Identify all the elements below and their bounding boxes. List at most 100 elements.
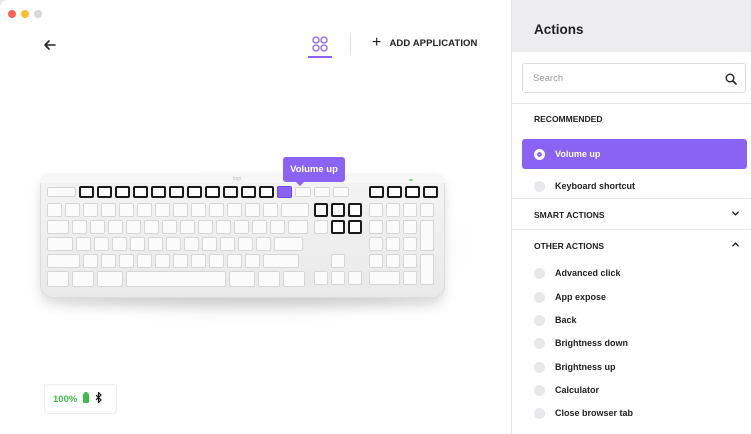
key-numpad[interactable]: [420, 220, 434, 251]
keyboard-key[interactable]: [263, 203, 278, 217]
keyboard-key[interactable]: [47, 254, 80, 268]
keyboard-key[interactable]: [245, 254, 260, 268]
keyboard-key[interactable]: [252, 220, 267, 234]
keyboard-key[interactable]: [76, 237, 91, 251]
keyboard-key[interactable]: [184, 237, 199, 251]
key-arrow[interactable]: [314, 271, 328, 285]
keyboard-key[interactable]: [148, 237, 163, 251]
keyboard-key[interactable]: [281, 203, 309, 217]
section-smart-actions[interactable]: SMART ACTIONS: [512, 199, 751, 230]
key-numpad[interactable]: [420, 203, 434, 217]
keyboard-key[interactable]: [274, 237, 303, 251]
all-applications-icon[interactable]: [309, 33, 331, 55]
keyboard-key[interactable]: [202, 237, 217, 251]
key-numpad[interactable]: [403, 254, 417, 268]
keyboard-key[interactable]: [101, 254, 116, 268]
search-input[interactable]: [523, 64, 713, 92]
keyboard-key[interactable]: [173, 203, 188, 217]
key-modifier[interactable]: [229, 271, 255, 287]
keyboard-key[interactable]: [47, 220, 69, 234]
action-item-keyboard-shortcut[interactable]: Keyboard shortcut: [522, 171, 747, 201]
keyboard-key[interactable]: [191, 203, 206, 217]
key-numpad[interactable]: [386, 220, 400, 234]
key-media[interactable]: [387, 186, 402, 198]
key-esc[interactable]: [47, 187, 76, 197]
keyboard-key[interactable]: [119, 203, 134, 217]
key-modifier[interactable]: [283, 271, 305, 287]
keyboard-key[interactable]: [238, 237, 253, 251]
key-media[interactable]: [423, 186, 438, 198]
keyboard-key[interactable]: [119, 254, 134, 268]
key-numpad[interactable]: [369, 271, 400, 285]
action-item-volume-up[interactable]: Volume up: [522, 139, 747, 169]
key-numpad[interactable]: [403, 220, 417, 234]
keyboard-key[interactable]: [137, 203, 152, 217]
key-numpad[interactable]: [386, 203, 400, 217]
keyboard-key[interactable]: [155, 203, 170, 217]
keyboard-key[interactable]: [90, 220, 105, 234]
key-spacebar[interactable]: [126, 271, 226, 287]
keyboard-key[interactable]: [101, 203, 116, 217]
search-icon[interactable]: [725, 72, 737, 85]
key-function[interactable]: [115, 186, 130, 198]
keyboard-key[interactable]: [227, 203, 242, 217]
key-function[interactable]: [295, 187, 311, 197]
action-item-close-browser-tab[interactable]: Close browser tab: [522, 398, 747, 428]
minimize-window-button[interactable]: [21, 10, 29, 18]
key-numpad[interactable]: [403, 237, 417, 251]
keyboard-key[interactable]: [155, 254, 170, 268]
keyboard-key[interactable]: [180, 220, 195, 234]
key-function[interactable]: [223, 186, 238, 198]
key-function[interactable]: [333, 187, 349, 197]
key-media[interactable]: [405, 186, 420, 198]
keyboard-key[interactable]: [94, 237, 109, 251]
key-modifier[interactable]: [258, 271, 280, 287]
back-arrow-icon[interactable]: [40, 35, 60, 55]
key-nav[interactable]: [314, 203, 328, 217]
keyboard-key[interactable]: [191, 254, 206, 268]
keyboard-key[interactable]: [173, 254, 188, 268]
key-function[interactable]: [133, 186, 148, 198]
keyboard-key[interactable]: [209, 254, 224, 268]
key-volume-up[interactable]: [277, 186, 292, 198]
keyboard-key[interactable]: [137, 254, 152, 268]
close-window-button[interactable]: [8, 10, 16, 18]
key-function[interactable]: [187, 186, 202, 198]
keyboard-key[interactable]: [126, 220, 141, 234]
keyboard-key[interactable]: [256, 237, 271, 251]
keyboard-key[interactable]: [112, 237, 127, 251]
keyboard-key[interactable]: [47, 237, 73, 251]
keyboard-key[interactable]: [209, 203, 224, 217]
section-other-actions[interactable]: OTHER ACTIONS: [512, 230, 751, 261]
key-function[interactable]: [241, 186, 256, 198]
keyboard-key[interactable]: [83, 254, 98, 268]
key-nav[interactable]: [331, 220, 345, 234]
keyboard-key[interactable]: [227, 254, 242, 268]
key-arrow[interactable]: [331, 271, 345, 285]
key-function[interactable]: [79, 186, 94, 198]
key-numpad[interactable]: [403, 271, 417, 285]
zoom-window-button[interactable]: [34, 10, 42, 18]
keyboard-key[interactable]: [245, 203, 260, 217]
key-arrow[interactable]: [348, 271, 362, 285]
key-numpad[interactable]: [403, 203, 417, 217]
key-function[interactable]: [205, 186, 220, 198]
keyboard-key[interactable]: [166, 237, 181, 251]
key-numpad[interactable]: [369, 254, 383, 268]
key-numpad[interactable]: [369, 237, 383, 251]
keyboard-key[interactable]: [65, 203, 80, 217]
keyboard-key[interactable]: [198, 220, 213, 234]
key-function[interactable]: [97, 186, 112, 198]
key-modifier[interactable]: [72, 271, 94, 287]
keyboard-key[interactable]: [270, 220, 285, 234]
keyboard-key[interactable]: [108, 220, 123, 234]
key-media[interactable]: [369, 186, 384, 198]
key-function[interactable]: [151, 186, 166, 198]
keyboard-key[interactable]: [216, 220, 231, 234]
key-numpad[interactable]: [420, 254, 434, 285]
add-application-button[interactable]: + ADD APPLICATION: [372, 35, 478, 51]
keyboard-key[interactable]: [288, 220, 308, 234]
key-arrow[interactable]: [331, 254, 345, 268]
keyboard-key[interactable]: [220, 237, 235, 251]
keyboard-key[interactable]: [83, 203, 98, 217]
